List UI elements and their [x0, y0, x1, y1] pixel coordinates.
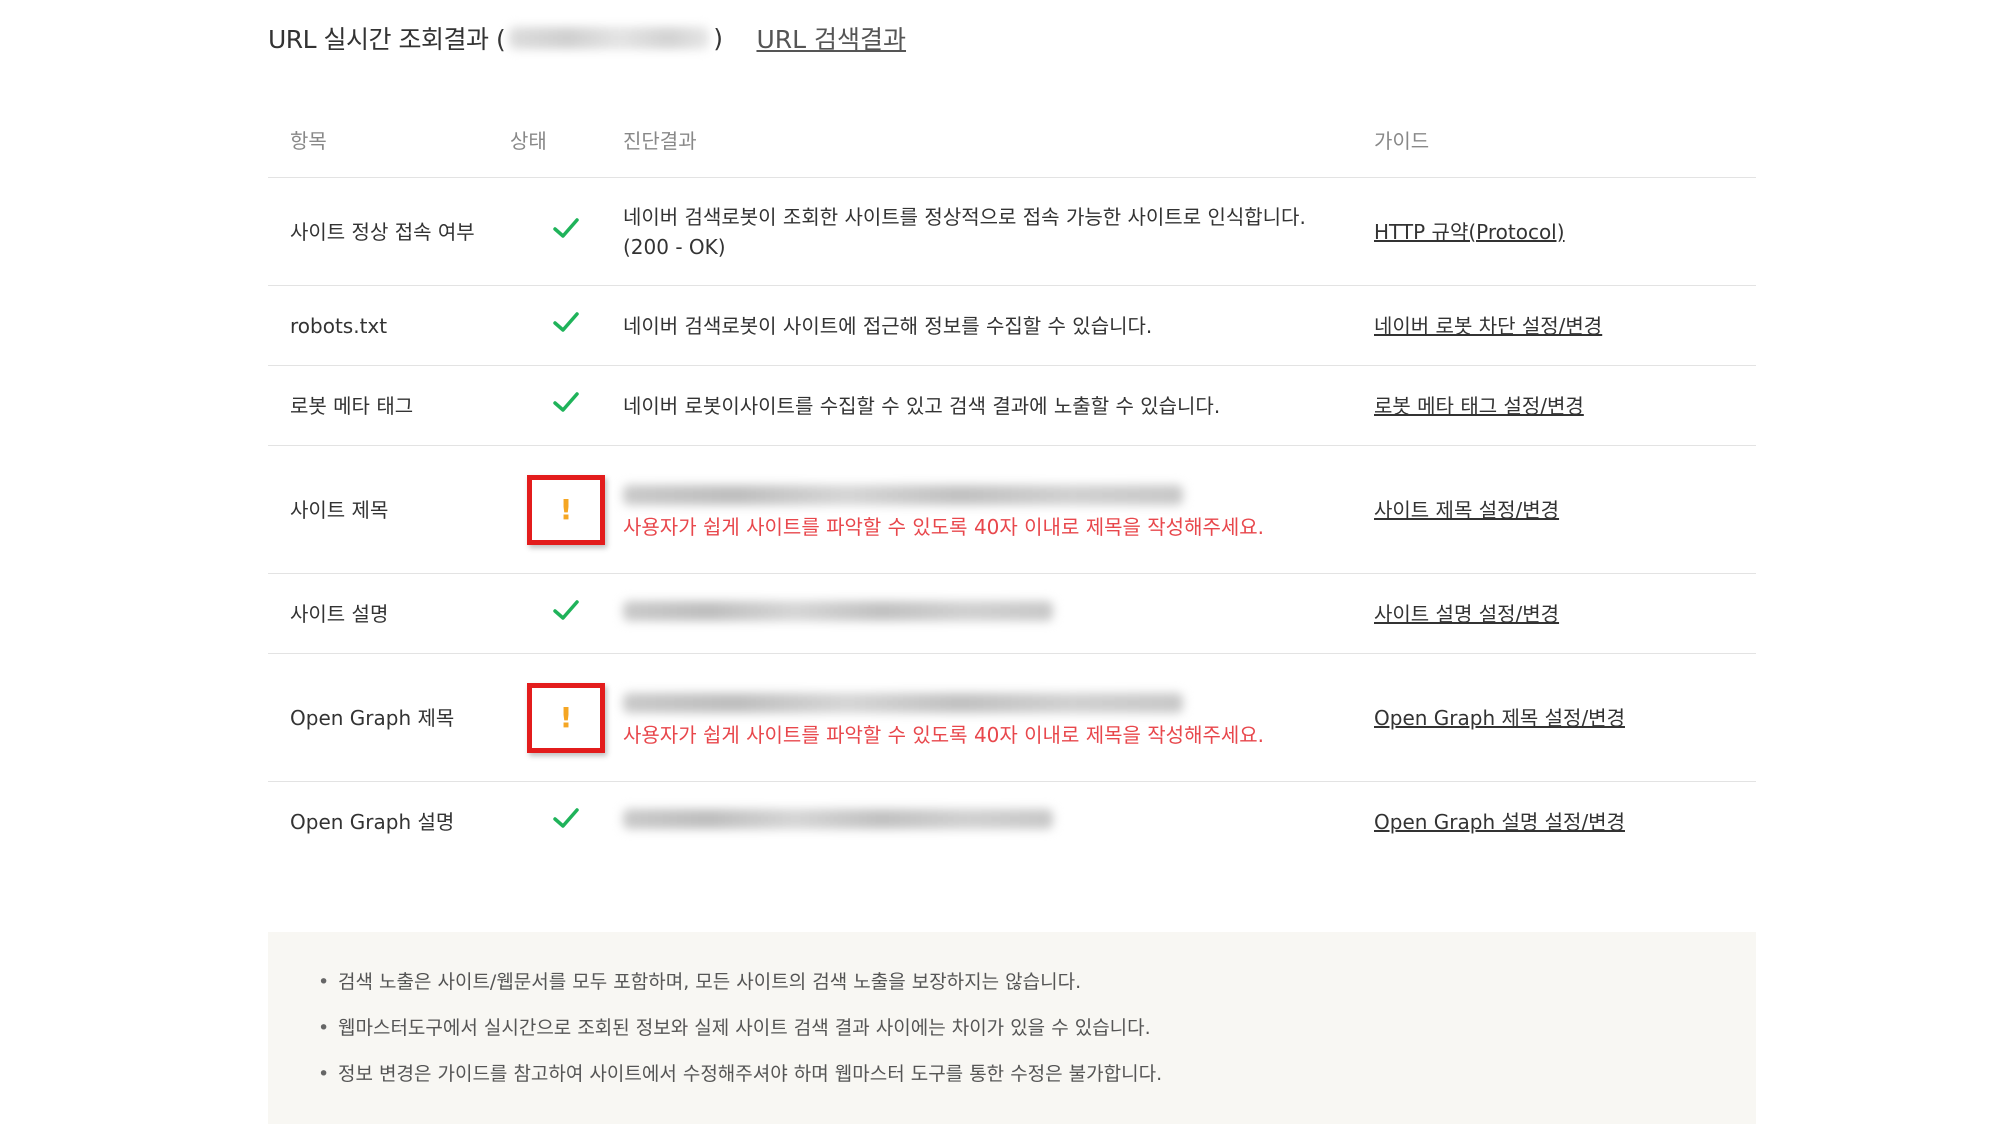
- table-row: Open Graph 제목 ! 사용자가 쉽게 사이트를 파악할 수 있도록 4…: [268, 653, 1756, 782]
- guide-cell: Open Graph 제목 설정/변경: [1374, 653, 1756, 782]
- exclamation-icon: !: [559, 492, 573, 526]
- guide-cell: Open Graph 설명 설정/변경: [1374, 782, 1756, 862]
- exclamation-icon: !: [559, 700, 573, 734]
- blurred-url: [509, 27, 710, 49]
- status-cell: [509, 365, 623, 446]
- result-cell: 사용자가 쉽게 사이트를 파악할 수 있도록 40자 이내로 제목을 작성해주세…: [623, 445, 1374, 574]
- warning-highlight-box: !: [527, 682, 605, 753]
- header-status: 상태: [509, 102, 623, 178]
- row-item: 사이트 설명: [268, 573, 509, 654]
- result-cell: 네이버 검색로봇이 조회한 사이트를 정상적으로 접속 가능한 사이트로 인식합…: [623, 177, 1374, 286]
- check-icon: [553, 217, 579, 239]
- header-guide: 가이드: [1374, 102, 1756, 178]
- row-item: Open Graph 설명: [290, 809, 455, 834]
- row-item: 사이트 제목: [268, 445, 509, 574]
- diagnosis-table: 항목 상태 진단결과 가이드 사이트 정상 접속 여부 네이버 검색로봇이 조회…: [268, 102, 1756, 862]
- status-cell: [509, 177, 623, 286]
- guide-cell: 로봇 메타 태그 설정/변경: [1374, 365, 1756, 446]
- guide-link-site-description[interactable]: 사이트 설명 설정/변경: [1374, 602, 1559, 626]
- header-item: 항목: [268, 102, 509, 178]
- table-row: 사이트 정상 접속 여부 네이버 검색로봇이 조회한 사이트를 정상적으로 접속…: [268, 177, 1756, 286]
- header-result: 진단결과: [623, 102, 1374, 178]
- blurred-value-wrap: [623, 478, 1373, 512]
- page-header: URL 실시간 조회결과 ( ) URL 검색결과: [268, 16, 906, 60]
- guide-link-robot-meta[interactable]: 로봇 메타 태그 설정/변경: [1374, 394, 1584, 418]
- status-cell: [509, 573, 623, 654]
- notice-item: 검색 노출은 사이트/웹문서를 모두 포함하며, 모든 사이트의 검색 노출을 …: [318, 962, 1756, 1008]
- notice-item: 웹마스터도구에서 실시간으로 조회된 정보와 실제 사이트 검색 결과 사이에는…: [318, 1008, 1756, 1054]
- blurred-site-title: [623, 484, 1183, 505]
- guide-link-http-protocol[interactable]: HTTP 규약(Protocol): [1374, 220, 1565, 244]
- check-icon: [553, 391, 579, 413]
- guide-cell: 사이트 설명 설정/변경: [1374, 573, 1756, 654]
- page-title-suffix: ): [713, 23, 723, 53]
- result-cell: [623, 573, 1374, 654]
- table-row: 사이트 제목 ! 사용자가 쉽게 사이트를 파악할 수 있도록 40자 이내로 …: [268, 445, 1756, 574]
- row-item: 로봇 메타 태그: [268, 365, 509, 446]
- row-item: 사이트 정상 접속 여부: [268, 177, 509, 286]
- blurred-og-description: [623, 808, 1053, 829]
- result-text: 네이버 검색로봇이 사이트에 접근해 정보를 수집할 수 있습니다.: [623, 285, 1374, 366]
- url-search-result-link[interactable]: URL 검색결과: [756, 20, 906, 56]
- table-row: Open Graph 설명 Open Graph 설명 설정/변경: [268, 782, 1756, 862]
- table-row: 로봇 메타 태그 네이버 로봇이사이트를 수집할 수 있고 검색 결과에 노출할…: [268, 365, 1756, 446]
- check-icon: [553, 807, 579, 829]
- check-icon: [553, 311, 579, 333]
- table-row: robots.txt 네이버 검색로봇이 사이트에 접근해 정보를 수집할 수 …: [268, 285, 1756, 366]
- row-item: robots.txt: [268, 285, 509, 366]
- blurred-site-description: [623, 600, 1053, 621]
- guide-cell: 네이버 로봇 차단 설정/변경: [1374, 285, 1756, 366]
- guide-link-og-description[interactable]: Open Graph 설명 설정/변경: [1374, 810, 1625, 834]
- notice-box: 검색 노출은 사이트/웹문서를 모두 포함하며, 모든 사이트의 검색 노출을 …: [268, 932, 1756, 1124]
- guide-link-site-title[interactable]: 사이트 제목 설정/변경: [1374, 498, 1559, 522]
- result-text: 네이버 로봇이사이트를 수집할 수 있고 검색 결과에 노출할 수 있습니다.: [623, 365, 1374, 446]
- result-text: 네이버 검색로봇이 조회한 사이트를 정상적으로 접속 가능한 사이트로 인식합…: [623, 204, 1306, 229]
- check-icon: [553, 599, 579, 621]
- status-cell: !: [509, 445, 623, 574]
- result-code: (200 - OK): [623, 234, 726, 259]
- result-cell: 사용자가 쉽게 사이트를 파악할 수 있도록 40자 이내로 제목을 작성해주세…: [623, 653, 1374, 782]
- warning-text: 사용자가 쉽게 사이트를 파악할 수 있도록 40자 이내로 제목을 작성해주세…: [623, 722, 1265, 747]
- warning-highlight-box: !: [527, 474, 605, 545]
- status-cell: [509, 782, 623, 862]
- row-item: Open Graph 제목: [268, 653, 509, 782]
- notice-item: 정보 변경은 가이드를 참고하여 사이트에서 수정해주셔야 하며 웹마스터 도구…: [318, 1054, 1756, 1100]
- blurred-value-wrap: [623, 686, 1373, 720]
- warning-text: 사용자가 쉽게 사이트를 파악할 수 있도록 40자 이내로 제목을 작성해주세…: [623, 514, 1265, 539]
- guide-cell: HTTP 규약(Protocol): [1374, 177, 1756, 286]
- notice-list: 검색 노출은 사이트/웹문서를 모두 포함하며, 모든 사이트의 검색 노출을 …: [318, 962, 1756, 1100]
- page-title-prefix: URL 실시간 조회결과 (: [268, 25, 506, 54]
- guide-link-robot-block[interactable]: 네이버 로봇 차단 설정/변경: [1374, 314, 1602, 338]
- status-cell: !: [509, 653, 623, 782]
- table-header-row: 항목 상태 진단결과 가이드: [268, 102, 1756, 178]
- result-cell: [623, 782, 1374, 862]
- table-row: 사이트 설명 사이트 설명 설정/변경: [268, 573, 1756, 654]
- guide-link-og-title[interactable]: Open Graph 제목 설정/변경: [1374, 706, 1625, 730]
- blurred-og-title: [623, 692, 1183, 713]
- status-cell: [509, 285, 623, 366]
- guide-cell: 사이트 제목 설정/변경: [1374, 445, 1756, 574]
